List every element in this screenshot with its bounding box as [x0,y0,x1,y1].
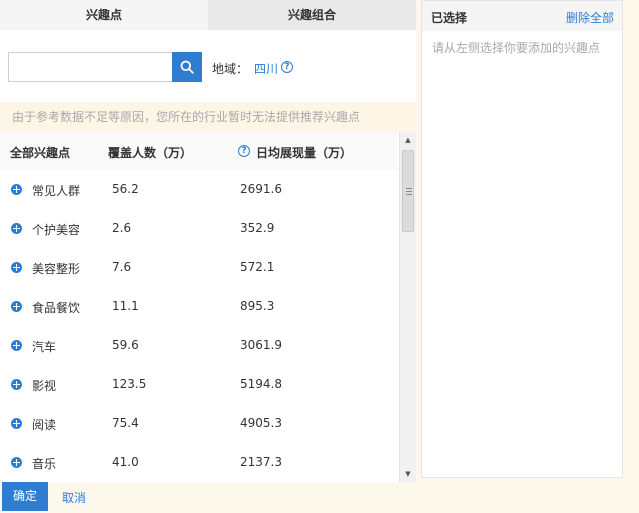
interest-views: 4905.3 [240,416,282,430]
search-row: 地域： 四川 ? [0,30,416,102]
grip-icon [406,188,412,195]
add-plus-icon[interactable] [11,379,22,390]
tab-bar: 兴趣点 兴趣组合 [0,0,416,30]
search-icon [180,60,194,74]
interest-cover: 2.6 [112,221,132,235]
add-plus-icon[interactable] [11,418,22,429]
interest-name: 个护美容 [32,223,81,237]
header-name: 全部兴趣点 [10,146,71,160]
interest-views: 572.1 [240,260,275,274]
region-label: 地域： [212,62,249,76]
selected-placeholder: 请从左侧选择你要添加的兴趣点 [432,41,601,55]
notice-banner: 由于参考数据不足等原因，您所在的行业暂时无法提供推荐兴趣点 [0,102,416,132]
selected-panel: 已选择 删除全部 请从左侧选择你要添加的兴趣点 [421,0,623,478]
scroll-down-icon[interactable]: ▼ [400,466,416,482]
add-plus-icon[interactable] [11,457,22,468]
interest-name: 阅读 [32,418,57,432]
interest-views: 895.3 [240,299,275,313]
clear-all-link[interactable]: 删除全部 [566,9,614,26]
interest-views: 5194.8 [240,377,282,391]
interest-cover: 11.1 [112,299,139,313]
interest-name: 影视 [32,379,57,393]
interest-cover: 59.6 [112,338,139,352]
tab-interest-groups[interactable]: 兴趣组合 [208,0,416,30]
search-button[interactable] [172,52,202,82]
search-input[interactable] [8,52,172,82]
interest-name: 美容整形 [32,262,81,276]
add-plus-icon[interactable] [11,262,22,273]
interest-views: 352.9 [240,221,275,235]
add-plus-icon[interactable] [11,301,22,312]
header-views: 日均展现量（万） [256,146,353,160]
interest-views: 2691.6 [240,182,282,196]
interest-cover: 75.4 [112,416,139,430]
interest-views: 3061.9 [240,338,282,352]
selected-panel-header: 已选择 删除全部 [422,1,622,31]
selected-title: 已选择 [431,11,468,25]
interest-name: 音乐 [32,457,57,471]
interest-views: 2137.3 [240,455,282,469]
cancel-link[interactable]: 取消 [62,489,86,506]
add-plus-icon[interactable] [11,340,22,351]
interest-cover: 123.5 [112,377,147,391]
confirm-button[interactable]: 确定 [2,482,48,511]
table-row: 汽车 59.6 3061.9 [0,326,398,365]
table-header: 全部兴趣点 覆盖人数（万） ? 日均展现量（万） [0,132,398,170]
scrollbar-thumb[interactable] [402,150,414,232]
table-scrollbar[interactable]: ▲ ▼ [399,132,416,482]
table-row: 美容整形 7.6 572.1 [0,248,398,287]
add-plus-icon[interactable] [11,223,22,234]
interest-name: 常见人群 [32,184,81,198]
table-rows: 常见人群 56.2 2691.6 个护美容 2.6 352.9 美容整形 7.6 572.1 食品… [0,170,398,482]
interest-name: 汽车 [32,340,57,354]
table-row: 食品餐饮 11.1 895.3 [0,287,398,326]
table-row: 影视 123.5 5194.8 [0,365,398,404]
scroll-up-icon[interactable]: ▲ [400,132,416,148]
interest-cover: 56.2 [112,182,139,196]
region-help-icon[interactable]: ? [281,61,293,73]
add-plus-icon[interactable] [11,184,22,195]
interest-cover: 7.6 [112,260,132,274]
interest-name: 食品餐饮 [32,301,81,315]
table-row: 音乐 41.0 2137.3 [0,443,398,482]
header-cover: 覆盖人数（万） [108,146,193,160]
views-help-icon[interactable]: ? [238,145,250,157]
tab-interest-points[interactable]: 兴趣点 [0,0,208,30]
region-value[interactable]: 四川 [254,60,278,77]
interest-table: 全部兴趣点 覆盖人数（万） ? 日均展现量（万） 常见人群 56.2 2691.6 个… [0,132,416,482]
table-row: 常见人群 56.2 2691.6 [0,170,398,209]
interest-cover: 41.0 [112,455,139,469]
table-row: 个护美容 2.6 352.9 [0,209,398,248]
table-row: 阅读 75.4 4905.3 [0,404,398,443]
interest-picker-panel: 兴趣点 兴趣组合 地域： 四川 ? 由于参考数据不足等原因，您所在的行业暂时无法… [0,0,416,482]
